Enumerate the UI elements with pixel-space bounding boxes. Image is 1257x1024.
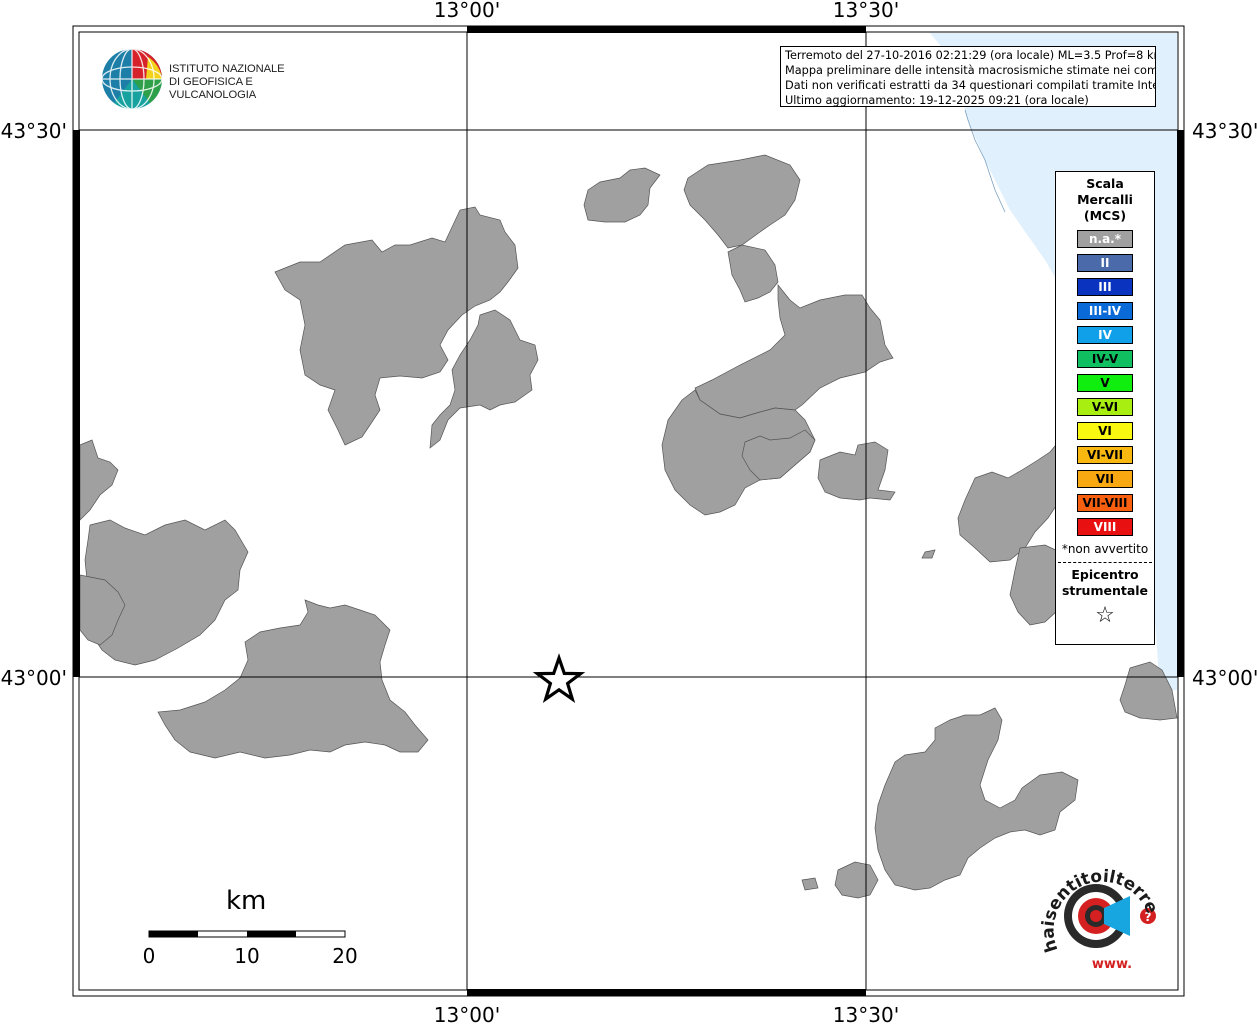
axis-label-right-bottom: 43°00' [1192,666,1257,690]
frame-segment [467,989,866,996]
legend-item-2: III [1077,278,1133,296]
epicentre-legend-label: Epicentro strumentale [1056,567,1154,599]
legend-item-4: IV [1077,326,1133,344]
scale-label-20: 20 [332,944,357,968]
globe-logo-icon [101,48,163,110]
epicentre-label-line2: strumentale [1061,583,1149,598]
legend-item-7: V-VI [1077,398,1133,416]
legend-item-8: VI [1077,422,1133,440]
legend-items: n.a.* II III III-IV IV IV-V V V-VI VI VI-VII VII VI… [1056,230,1154,536]
frame-segment [467,26,866,33]
scale-unit-label: km [226,886,267,916]
legend-note: *non avvertito [1061,542,1149,556]
axis-label-bottom-right: 13°30' [833,1003,899,1024]
epicentre-legend-star-icon: ☆ [1095,603,1115,628]
haisentito-badge[interactable]: ? haisentitoilterremoto.it www. [1029,845,1163,972]
ingv-logo: ISTITUTO NAZIONALE DI GEOFISICA E VULCAN… [100,47,330,111]
frame-segment [1177,130,1184,677]
axis-label-top-right: 13°30' [833,0,899,22]
scale-label-10: 10 [234,944,259,968]
axis-label-top-left: 13°00' [434,0,500,22]
axis-label-left-bottom: 43°00' [1,666,67,690]
legend-title-line1: Scala [1086,176,1124,191]
event-info-box: Terremoto del 27-10-2016 02:21:29 (ora l… [780,46,1156,107]
legend-item-3: III-IV [1077,302,1133,320]
legend-item-9: VI-VII [1077,446,1133,464]
legend-item-5: IV-V [1077,350,1133,368]
legend-item-11: VII-VIII [1077,494,1133,512]
legend-divider [1058,562,1152,563]
intensity-legend: Scala Mercalli (MCS) n.a.* II III III-IV IV I… [1055,171,1155,645]
axis-label-left-top: 43°30' [1,119,67,143]
logo-text-line1: ISTITUTO NAZIONALE [169,63,285,75]
axis-label-right-top: 43°30' [1192,119,1257,143]
map-description: Mappa preliminare delle intensità macros… [785,64,1156,77]
legend-item-6: V [1077,374,1133,392]
legend-item-1: II [1077,254,1133,272]
legend-item-12: VIII [1077,518,1133,536]
legend-item-0: n.a.* [1077,230,1133,248]
badge-www: www. [1092,957,1132,972]
scale-label-0: 0 [143,944,156,968]
data-source-note: Dati non verificati estratti da 34 quest… [785,79,1156,92]
epicentre-label-line1: Epicentro [1071,567,1139,582]
legend-title-line2: Mercalli [1077,192,1133,207]
haisentito-logo-icon: ? haisentitoilterremoto.it www. [1029,845,1162,972]
axis-label-bottom-left: 13°00' [434,1003,500,1024]
last-update: Ultimo aggiornamento: 19-12-2025 09:21 (… [785,94,1089,107]
municipality-area [801,877,819,891]
event-title: Terremoto del 27-10-2016 02:21:29 (ora l… [785,49,1156,62]
legend-title: Scala Mercalli (MCS) [1056,176,1154,224]
legend-item-10: VII [1077,470,1133,488]
frame-segment [73,130,80,677]
logo-text-line2: DI GEOFISICA E VULCANOLOGIA [169,76,257,101]
legend-title-line3: (MCS) [1083,208,1127,223]
